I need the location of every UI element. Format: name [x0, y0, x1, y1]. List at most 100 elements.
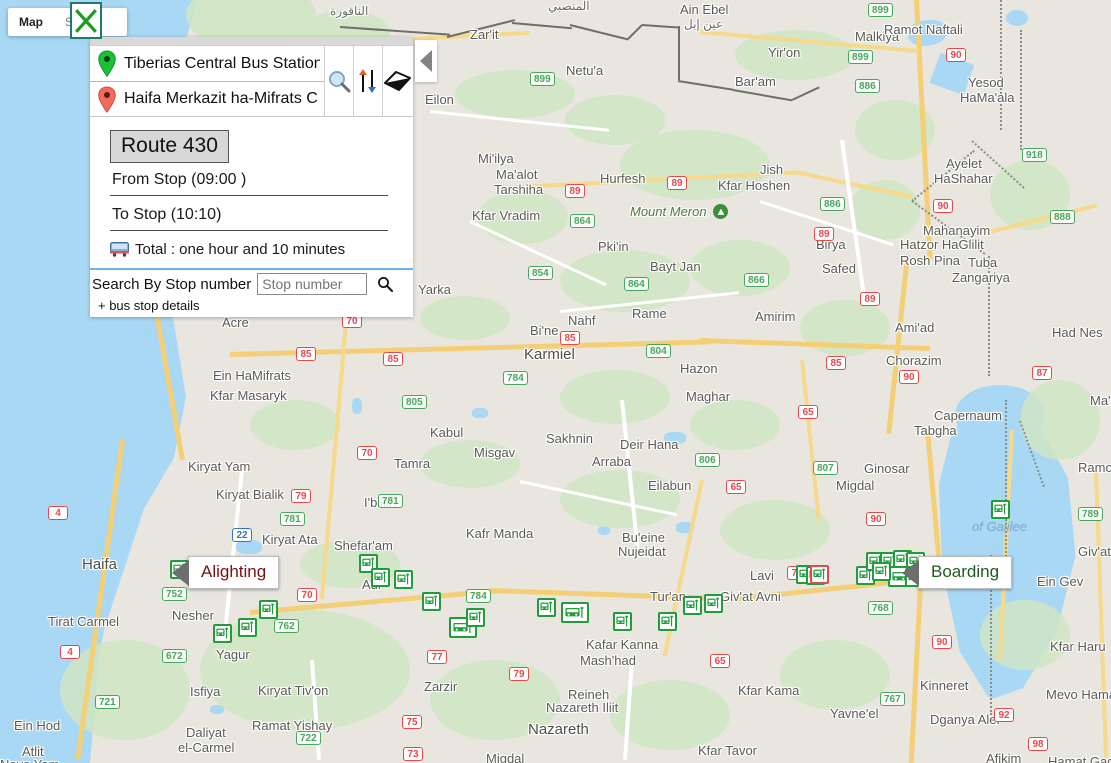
highway-shield: 804 [646, 344, 671, 358]
bus-stop-marker[interactable] [991, 500, 1010, 519]
map-label: Tirat Carmel [48, 614, 120, 629]
park-marker-icon [713, 204, 728, 219]
map-label: of Galilee [972, 519, 1027, 534]
highway-shield: 752 [162, 587, 187, 601]
map-label: Hamat Gad [1048, 754, 1111, 763]
highway-shield: 918 [1022, 148, 1047, 162]
map-label: Zangariya [952, 270, 1010, 285]
map-label: Capernaum [934, 408, 1002, 423]
bus-stop-marker[interactable] [683, 596, 702, 615]
screenshot-root: الناقورة المنصبي Zar'it Ain Ebel عين إبل Malk… [0, 0, 1111, 763]
swap-endpoints-button[interactable] [353, 46, 382, 116]
highway-shield: 886 [820, 197, 845, 211]
map-label: Rosh Pina [900, 253, 960, 268]
highway-shield: 85 [383, 352, 403, 366]
highway-shield: 90 [932, 635, 952, 649]
clear-route-button[interactable] [382, 46, 413, 116]
origin-input[interactable] [122, 53, 322, 74]
close-panel-button[interactable] [70, 2, 102, 39]
map-label: Zarzir [424, 679, 458, 694]
highway-shield: 899 [868, 3, 893, 17]
bus-icon [110, 242, 129, 257]
bus-stop-marker[interactable] [658, 612, 677, 631]
bus-stop-details-link[interactable]: + bus stop details [90, 295, 413, 313]
map-label: Had Nes [1052, 325, 1103, 340]
bus-stop-marker[interactable] [238, 618, 257, 637]
map-label: Yarka [418, 282, 451, 297]
map-label: Bi'ne [530, 323, 559, 338]
search-icon [378, 277, 394, 292]
stop-number-input[interactable] [257, 273, 368, 295]
map-label: Ein Hod [14, 718, 61, 733]
boarding-tooltip[interactable]: Boarding [902, 556, 1013, 589]
bus-stop-marker[interactable] [613, 612, 632, 631]
bus-stop-marker[interactable] [371, 568, 390, 587]
bus-stop-marker[interactable] [213, 624, 232, 643]
map-label: Eilabun [648, 478, 692, 493]
map-type-map[interactable]: Map [8, 8, 54, 36]
highway-shield: 79 [509, 667, 529, 681]
highway-shield: 65 [798, 405, 818, 419]
map-label: Hurfesh [600, 171, 646, 186]
bus-stop-marker[interactable] [394, 570, 413, 589]
map-label: Bar'am [735, 74, 776, 89]
map-label: Nesher [172, 608, 214, 623]
map-label: el-Carmel [178, 740, 235, 755]
highway-shield: 886 [855, 79, 880, 93]
tooltip-tail-icon [902, 559, 919, 586]
destination-input[interactable] [122, 89, 322, 109]
destination-row[interactable] [90, 81, 324, 116]
search-route-button[interactable] [324, 46, 353, 116]
map-label: Nazareth [528, 721, 589, 738]
map-label: Ain Ebel [680, 2, 729, 17]
map-label: Kfar Haru [1050, 639, 1106, 654]
map-label: Kfar Hoshen [718, 178, 791, 193]
map-label: Dganya Alef [930, 712, 1001, 727]
highway-shield: 98 [1028, 737, 1048, 751]
map-label: Lavi [750, 568, 774, 583]
from-stop-block: From Stop (09:00 ) [110, 171, 413, 196]
map-label: Pki'in [598, 239, 629, 254]
bus-stop-marker[interactable] [810, 565, 829, 584]
bus-stop-marker[interactable] [872, 562, 891, 581]
map-label: Kafr Manda [466, 526, 534, 541]
map-label: Ginosar [864, 461, 910, 476]
map-type-control[interactable]: Map Sate [8, 8, 127, 36]
highway-shield: 65 [710, 654, 730, 668]
bus-stop-marker[interactable] [422, 592, 441, 611]
map-label: Afikim [986, 751, 1022, 763]
map-label: المنصبي [548, 0, 590, 13]
highway-shield: 899 [530, 72, 555, 86]
map-label: Maghar [686, 389, 731, 404]
panel-collapse-tab[interactable] [415, 40, 437, 82]
map-label: Zar'it [470, 27, 499, 42]
highway-shield: 781 [280, 512, 305, 526]
highway-shield: 73 [403, 747, 423, 761]
route-number-chip[interactable]: Route 430 [110, 130, 229, 163]
eraser-icon [384, 71, 411, 91]
highway-shield: 854 [528, 266, 553, 280]
highway-shield: 85 [826, 356, 846, 370]
map-label: Nujeidat [618, 544, 666, 559]
map-label: Ma'al [1090, 393, 1111, 408]
highway-shield: 85 [296, 347, 316, 361]
map-label: Tuba [968, 255, 998, 270]
bus-stop-marker[interactable] [466, 608, 485, 627]
highway-shield: 784 [466, 589, 491, 603]
stop-number-search-button[interactable] [377, 276, 394, 292]
alighting-tooltip[interactable]: Alighting [172, 556, 280, 589]
panel-input-group [90, 46, 413, 117]
map-label: الناقورة [330, 4, 369, 18]
total-duration-label: Total : one hour and 10 minutes [135, 241, 346, 258]
map-label: HaShahar [934, 171, 993, 186]
bus-stop-marker[interactable] [537, 598, 556, 617]
origin-row[interactable] [90, 46, 324, 81]
map-label: Ramot Naftali [884, 22, 963, 37]
map-label: Kabul [430, 425, 464, 440]
highway-shield: 4 [48, 506, 68, 520]
map-label: Kfar Tavor [698, 743, 758, 758]
map-label: عين إبل [684, 17, 724, 31]
bus-stop-marker[interactable] [259, 600, 278, 619]
bus-stop-marker[interactable] [561, 602, 589, 623]
bus-stop-marker[interactable] [704, 594, 723, 613]
